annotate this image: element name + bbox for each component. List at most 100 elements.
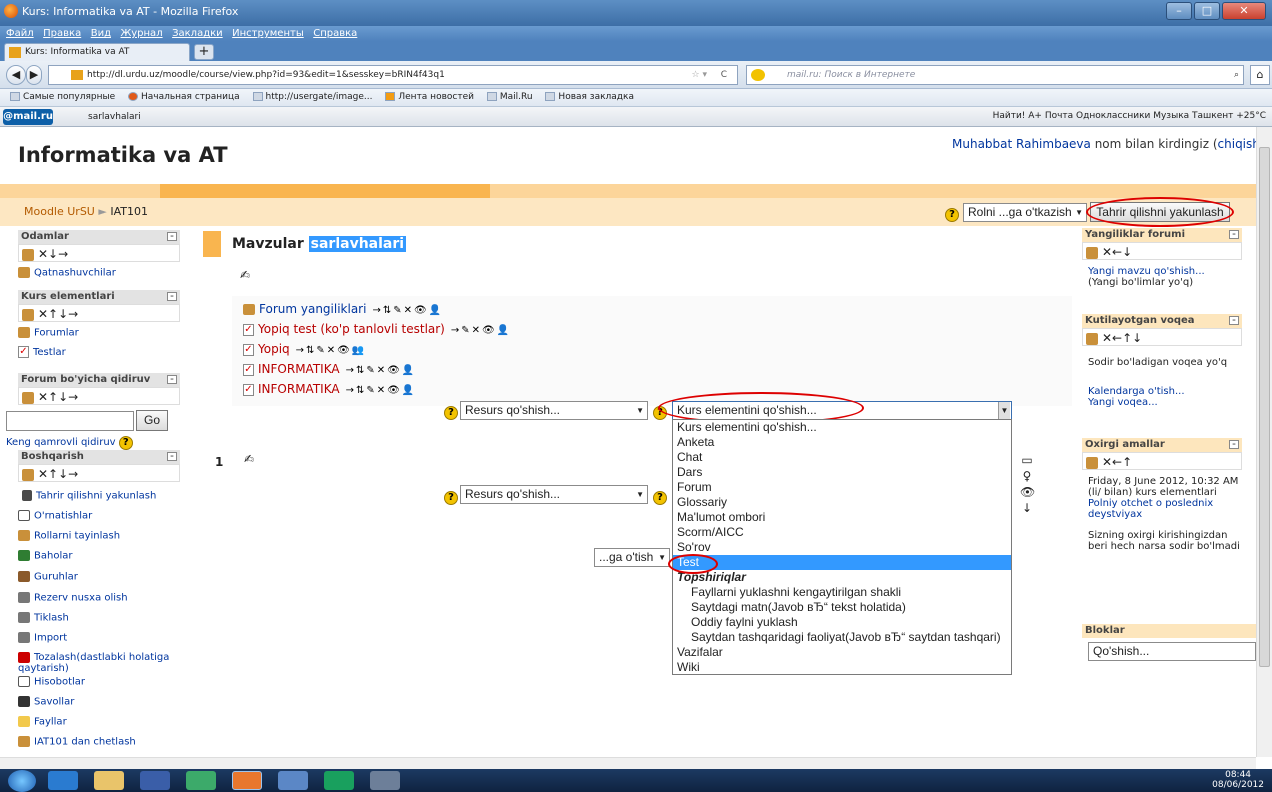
start-button[interactable] <box>8 770 36 792</box>
minimize-button[interactable]: – <box>1166 2 1192 20</box>
tab-active[interactable]: Kurs: Informatika va AT <box>4 43 190 61</box>
search-icon[interactable]: ⌕ <box>1234 66 1239 84</box>
block-controls[interactable]: ✕←↑↓ <box>1082 328 1242 346</box>
advanced-search-link[interactable]: Keng qamrovli qidiruv ? <box>6 436 133 450</box>
firefox-taskbar-icon[interactable] <box>232 771 262 790</box>
block-controls[interactable]: ✕↑↓→ <box>18 304 180 322</box>
logout-link[interactable]: chiqish <box>1218 137 1260 151</box>
edit-summary-icon[interactable]: ✍ <box>240 268 250 282</box>
add-topic-link[interactable]: Yangi mavzu qo'shish... <box>1088 266 1238 277</box>
ie-icon[interactable] <box>48 771 78 790</box>
dropdown-option[interactable]: Fayllarni yuklashni kengaytirilgan shakl… <box>673 585 1011 600</box>
menu-tools[interactable]: Инструменты <box>232 26 304 41</box>
admin-restore[interactable]: Tiklash <box>18 612 69 624</box>
dropdown-option[interactable]: Vazifalar <box>673 645 1011 660</box>
add-resource-select[interactable]: Resurs qo'shish... ▼ <box>460 401 648 420</box>
bookmark-usergate[interactable]: http://usergate/image... <box>252 92 373 102</box>
admin-questions[interactable]: Savollar <box>18 696 74 708</box>
bookmark-new[interactable]: Новая закладка <box>545 92 634 102</box>
activity-forum-news[interactable]: Forum yangiliklari →⇅✎✕👁👤 <box>243 302 443 316</box>
dropdown-option[interactable]: Glossariy <box>673 495 1011 510</box>
dropdown-option[interactable]: Saytdan tashqaridagi faoliyat(Javob вЂ“ … <box>673 630 1011 645</box>
menu-edit[interactable]: Правка <box>43 26 81 41</box>
collapse-icon[interactable]: – <box>167 375 177 384</box>
dropdown-option[interactable]: Forum <box>673 480 1011 495</box>
full-report-link[interactable]: Polniy otchet o poslednix deystviyax <box>1088 498 1240 520</box>
bookmark-start-page[interactable]: Начальная страница <box>127 92 240 102</box>
dropdown-option[interactable]: Anketa <box>673 435 1011 450</box>
search-engine-icon[interactable] <box>751 69 765 81</box>
block-controls[interactable]: ✕←↓ <box>1082 242 1242 260</box>
horizontal-scrollbar[interactable] <box>0 757 1256 769</box>
home-button[interactable]: ⌂ <box>1250 65 1270 85</box>
jump-to-select[interactable]: ...ga o'tish ▼ <box>594 548 670 567</box>
block-controls[interactable]: ✕↑↓→ <box>18 387 180 405</box>
media-icon[interactable] <box>186 771 216 790</box>
role-help-icon[interactable]: ? <box>945 207 959 222</box>
activity-dropdown-list[interactable]: Kurs elementini qo'shish... Anketa Chat Dar… <box>672 419 1012 675</box>
menu-help[interactable]: Справка <box>313 26 357 41</box>
clock[interactable]: 08:44 08/06/2012 <box>1212 770 1264 790</box>
admin-end-editing[interactable]: Tahrir qilishni yakunlash <box>22 490 156 502</box>
back-button[interactable]: ◀ <box>6 65 26 85</box>
bookmark-mailru[interactable]: Mail.Ru <box>486 92 533 102</box>
admin-reset[interactable]: Tozalash(dastlabki holatiga qaytarish) <box>18 652 178 674</box>
dropdown-option[interactable]: Test <box>673 555 1011 570</box>
bookmark-star-icon[interactable]: ☆ ▾ <box>692 66 707 84</box>
menu-file[interactable]: Файл <box>6 26 34 41</box>
save-app-icon[interactable] <box>140 771 170 790</box>
dropdown-option[interactable]: Saytdagi matn(Javob вЂ“ tekst holatida) <box>673 600 1011 615</box>
dropdown-option[interactable]: Chat <box>673 450 1011 465</box>
add-resource-select[interactable]: Resurs qo'shish... ▼ <box>460 485 648 504</box>
admin-files[interactable]: Fayllar <box>18 716 67 728</box>
collapse-icon[interactable]: – <box>167 452 177 461</box>
admin-import[interactable]: Import <box>18 632 67 644</box>
close-button[interactable]: ✕ <box>1222 2 1266 20</box>
calendar-link[interactable]: Kalendarga o'tish... <box>1088 386 1238 397</box>
activity-informatika-1[interactable]: ✓ INFORMATIKA →⇅✎✕👁👤 <box>243 362 416 376</box>
block-controls[interactable]: ✕↓→ <box>18 244 180 262</box>
admin-groups[interactable]: Guruhlar <box>18 571 78 583</box>
dropdown-option[interactable]: Dars <box>673 465 1011 480</box>
explorer-icon[interactable] <box>94 771 124 790</box>
admin-assign-roles[interactable]: Rollarni tayinlash <box>18 530 120 542</box>
role-switch-select[interactable]: Rolni ...ga o'tkazish ▼ <box>963 203 1087 222</box>
activity-help-icon[interactable]: ? <box>653 490 667 505</box>
maximize-button[interactable]: □ <box>1194 2 1220 20</box>
url-bar[interactable]: http://dl.urdu.uz/moodle/course/view.php… <box>48 65 738 85</box>
add-block-select[interactable]: Qo'shish... <box>1088 642 1256 661</box>
reload-icon[interactable]: C <box>721 66 727 84</box>
dropdown-option[interactable]: Scorm/AICC <box>673 525 1011 540</box>
menu-history[interactable]: Журнал <box>120 26 162 41</box>
menu-view[interactable]: Вид <box>91 26 111 41</box>
go-button[interactable]: Go <box>136 410 168 431</box>
dropdown-option[interactable]: Oddiy faylni yuklash <box>673 615 1011 630</box>
edit-summary-icon[interactable]: ✍ <box>244 452 254 466</box>
collapse-icon[interactable]: – <box>1229 316 1239 325</box>
dropdown-option[interactable]: So'rov <box>673 540 1011 555</box>
mail-agent-icon[interactable] <box>324 771 354 790</box>
mailru-logo[interactable]: @mail.ru <box>3 109 53 125</box>
mailru-search-field[interactable]: sarlavhalari <box>60 109 340 125</box>
bookmark-popular[interactable]: Самые популярные <box>10 92 115 102</box>
resource-help-icon[interactable]: ? <box>444 405 458 420</box>
dropdown-option[interactable]: Ma'lumot ombori <box>673 510 1011 525</box>
bookmark-news-feed[interactable]: Лента новостей <box>385 92 474 102</box>
participants-link[interactable]: Qatnashuvchilar <box>18 267 116 279</box>
new-event-link[interactable]: Yangi voqea... <box>1088 397 1238 408</box>
admin-grades[interactable]: Baholar <box>18 550 72 562</box>
forward-button[interactable]: ▶ <box>26 65 42 85</box>
block-controls[interactable]: ✕←↑ <box>1082 452 1242 470</box>
admin-backup[interactable]: Rezerv nusxa olish <box>18 592 128 604</box>
admin-unenrol[interactable]: IAT101 dan chetlash <box>18 736 136 748</box>
user-link[interactable]: Muhabbat Rahimbaeva <box>952 137 1091 151</box>
forums-link[interactable]: Forumlar <box>18 327 79 339</box>
app-icon[interactable] <box>278 771 308 790</box>
tests-link[interactable]: ✓ Testlar <box>18 346 66 358</box>
collapse-icon[interactable]: – <box>167 292 177 301</box>
collapse-icon[interactable]: – <box>1229 230 1239 239</box>
new-tab-button[interactable]: + <box>194 44 214 60</box>
admin-settings[interactable]: O'rnatishlar <box>18 510 92 522</box>
admin-reports[interactable]: Hisobotlar <box>18 676 85 688</box>
dropdown-option[interactable]: Kurs elementini qo'shish... <box>673 420 1011 435</box>
